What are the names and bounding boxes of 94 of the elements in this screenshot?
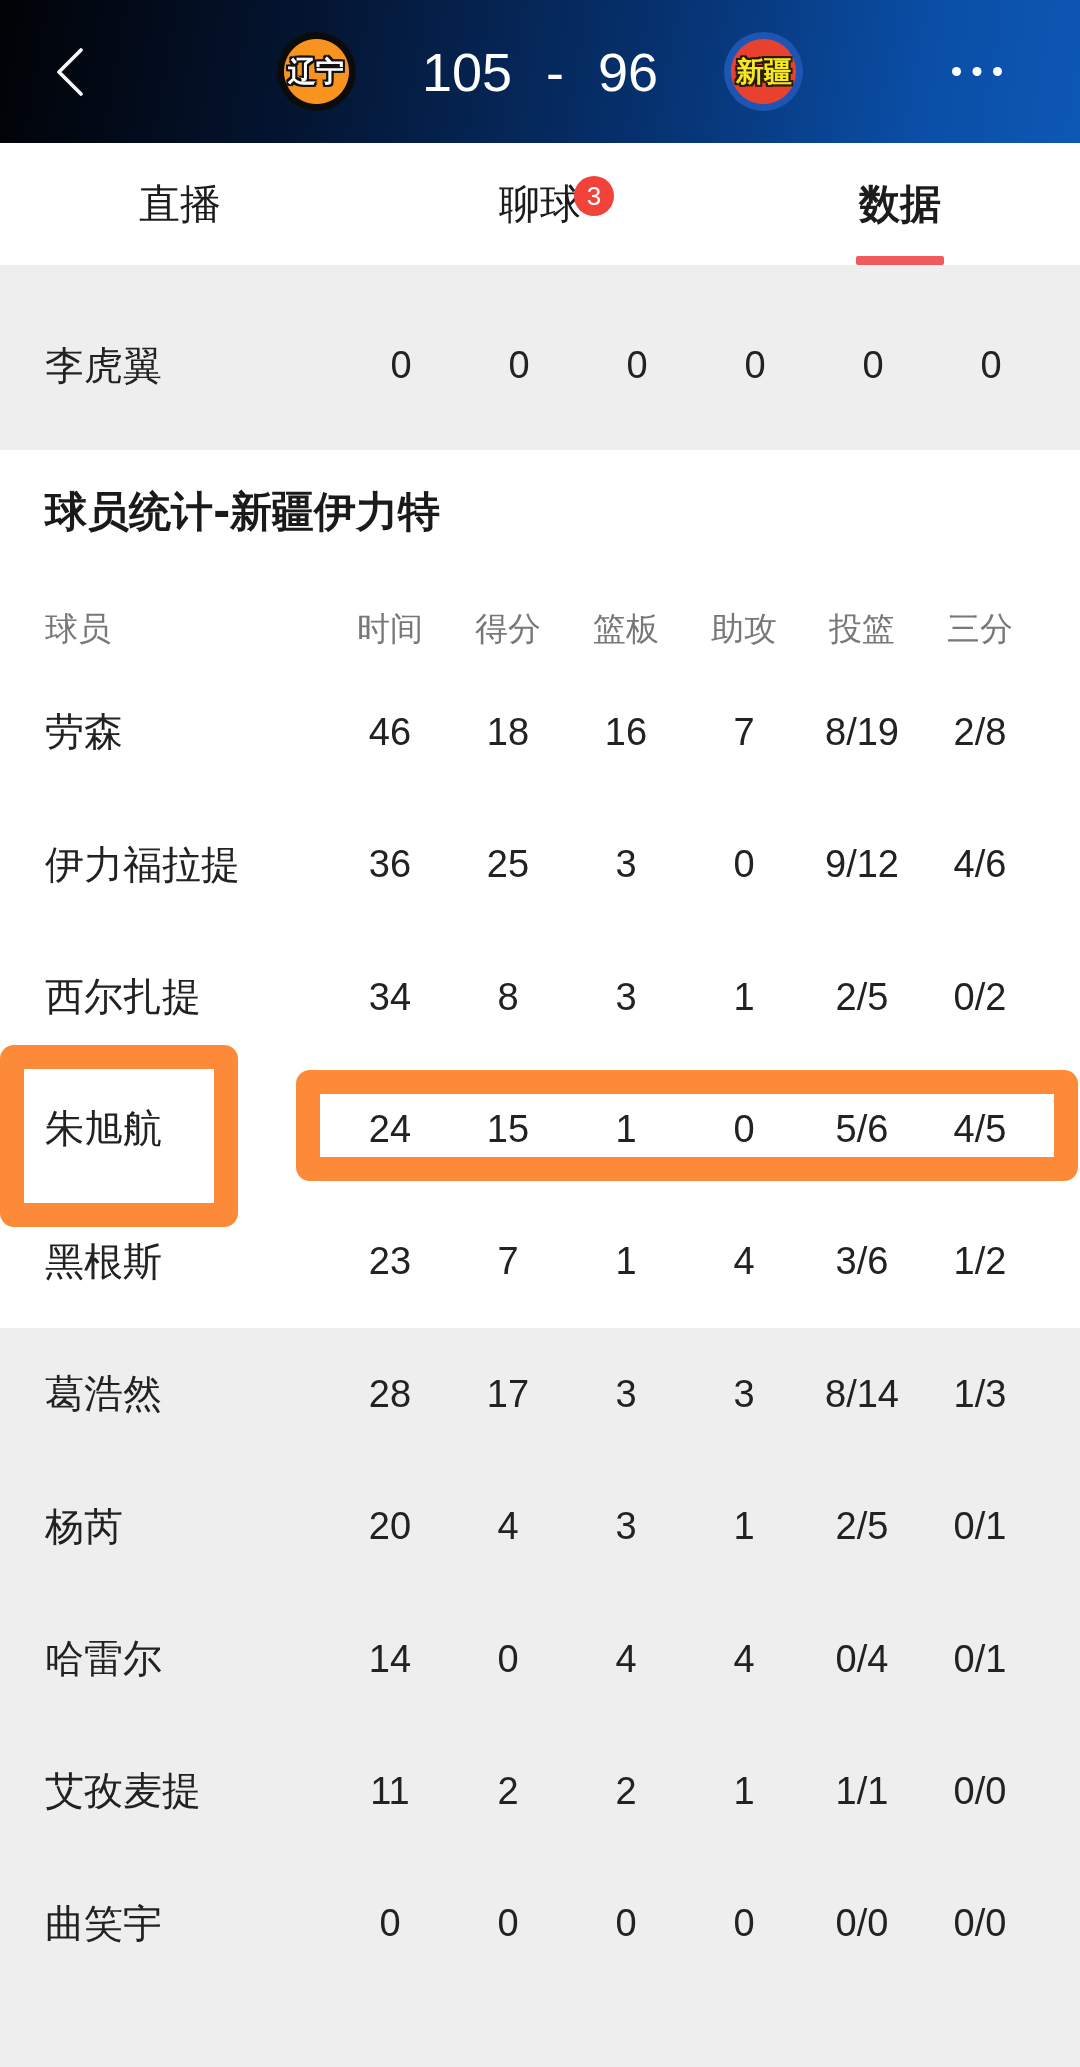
- table-cell: 0: [508, 343, 530, 389]
- table-cell: 9/12: [825, 842, 899, 888]
- table-cell-text: 1/1: [835, 1768, 889, 1814]
- tab[interactable]: 直播: [0, 143, 360, 265]
- table-cell: 4: [733, 1239, 755, 1285]
- table-cell: 25: [486, 842, 530, 888]
- table-cell: 0/0: [835, 1901, 889, 1947]
- player-name: 艾孜麦提: [45, 1768, 201, 1816]
- score-separator: -: [546, 44, 564, 99]
- column-header: 篮板: [593, 608, 659, 649]
- table-cell-text: 2/5: [835, 974, 889, 1020]
- table-cell-text: 15: [486, 1106, 530, 1152]
- table-cell: 3/6: [835, 1239, 889, 1285]
- table-cell-text: 1: [733, 974, 755, 1020]
- table-cell-text: 0/0: [953, 1768, 1007, 1814]
- table-cell-text: 2: [497, 1768, 519, 1814]
- table-cell-text: 8/19: [825, 709, 899, 755]
- table-cell: 4/6: [953, 842, 1007, 888]
- column-header: 球员: [45, 608, 111, 649]
- player-name: 劳森: [45, 709, 123, 756]
- table-cell: 2/5: [835, 1504, 889, 1550]
- table-cell-text: 3: [615, 974, 637, 1020]
- table-cell: 36: [368, 842, 412, 888]
- more-icon[interactable]: [952, 67, 1002, 76]
- player-name: 黑根斯: [45, 1238, 162, 1286]
- table-cell: 0: [744, 343, 766, 389]
- table-cell-text: 18: [486, 709, 530, 755]
- table-cell: 4: [497, 1504, 519, 1550]
- table-cell-text: 8/14: [825, 1371, 899, 1417]
- table-cell-text: 1: [733, 1768, 755, 1814]
- table-cell: 0: [390, 343, 412, 389]
- player-name: 伊力福拉提: [45, 841, 240, 889]
- table-cell-text: 4/5: [953, 1106, 1007, 1152]
- table-cell-text: 7: [733, 709, 755, 755]
- table-cell: 7: [497, 1239, 519, 1285]
- score-text: 105: [421, 44, 512, 99]
- column-header: 三分: [947, 608, 1013, 649]
- team-logo: 新疆: [724, 32, 804, 111]
- table-cell-text: 0/1: [953, 1636, 1007, 1682]
- table-cell: 1/2: [953, 1239, 1007, 1285]
- table-cell: 0: [862, 343, 884, 389]
- table-cell-text: 1/3: [953, 1371, 1007, 1417]
- table-cell-text: 16: [604, 709, 648, 755]
- table-cell: 0: [733, 842, 755, 888]
- player-name: 葛浩然: [45, 1371, 162, 1418]
- column-header: 时间: [357, 608, 423, 649]
- table-cell: 0: [980, 343, 1002, 389]
- player-name: 哈雷尔: [45, 1635, 162, 1683]
- table-cell-text: 14: [368, 1636, 412, 1682]
- table-cell-text: 17: [486, 1371, 530, 1417]
- player-name: 曲笑宇: [45, 1900, 162, 1948]
- table-cell-text: 3: [733, 1371, 755, 1417]
- table-cell: 0: [497, 1901, 519, 1947]
- back-icon[interactable]: [56, 47, 84, 96]
- column-header: 投篮: [829, 608, 895, 649]
- table-cell-text: 46: [368, 709, 412, 755]
- tab[interactable]: 数据: [720, 143, 1080, 265]
- player-name: 西尔扎提: [45, 973, 201, 1021]
- table-cell-text: 0/2: [953, 974, 1007, 1020]
- player-name: 李虎翼: [45, 342, 162, 390]
- table-cell: 23: [368, 1239, 412, 1285]
- table-cell: 3: [615, 842, 637, 888]
- column-header: 助攻: [711, 608, 777, 649]
- table-cell-text: 1: [615, 1106, 637, 1152]
- table-cell: 0: [379, 1901, 401, 1947]
- table-cell-text: 8: [497, 974, 519, 1020]
- table-cell-text: 0: [733, 1106, 755, 1152]
- section-title: 球员统计-新疆伊力特: [43, 486, 442, 539]
- table-cell-text: 28: [368, 1371, 412, 1417]
- table-cell: 0: [626, 343, 648, 389]
- player-name: 朱旭航: [45, 1106, 162, 1154]
- table-cell: 3: [615, 1504, 637, 1550]
- table-cell: 1: [733, 1504, 755, 1550]
- table-cell: 0/0: [953, 1901, 1007, 1947]
- table-cell: 0/1: [953, 1504, 1007, 1550]
- table-cell: 0: [733, 1901, 755, 1947]
- table-cell-text: 5/6: [835, 1106, 889, 1152]
- column-header: 得分: [475, 608, 541, 649]
- table-cell-text: 2/8: [953, 709, 1007, 755]
- table-cell: 1: [615, 1239, 637, 1285]
- table-cell-text: 4: [733, 1636, 755, 1682]
- table-cell-text: 0/4: [835, 1636, 889, 1682]
- table-cell-text: 0: [497, 1636, 519, 1682]
- table-cell-text: 34: [368, 974, 412, 1020]
- score-text: 96: [598, 44, 659, 99]
- table-cell-text: 24: [368, 1106, 412, 1152]
- table-cell-text: 3: [615, 1371, 637, 1417]
- table-cell-text: 4: [615, 1636, 637, 1682]
- table-cell: 0: [615, 1901, 637, 1947]
- table-cell-text: 2: [615, 1768, 637, 1814]
- team-logo: 辽宁: [276, 32, 356, 111]
- table-cell: 20: [368, 1504, 412, 1550]
- table-cell-text: 11: [370, 1768, 410, 1814]
- player-name: 杨芮: [45, 1503, 123, 1551]
